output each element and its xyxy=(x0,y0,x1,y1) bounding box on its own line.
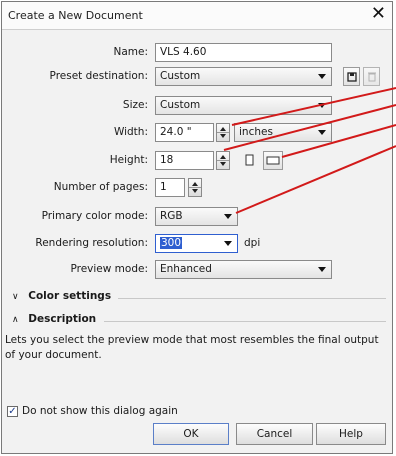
color-mode-value: RGB xyxy=(160,210,183,222)
divider xyxy=(118,298,386,299)
height-value: 18 xyxy=(160,154,174,166)
size-value: Custom xyxy=(160,99,201,111)
spin-up-icon[interactable] xyxy=(220,155,226,159)
pages-input[interactable]: 1 xyxy=(155,178,185,197)
cancel-button[interactable]: Cancel xyxy=(236,423,313,445)
close-icon[interactable]: ✕ xyxy=(371,4,386,24)
spin-up-icon[interactable] xyxy=(220,127,226,131)
chevron-down-icon[interactable] xyxy=(224,241,232,246)
do-not-show-checkbox[interactable]: ✓ xyxy=(7,406,18,417)
chevron-down-icon xyxy=(318,103,326,108)
chevron-down-icon xyxy=(224,214,232,219)
height-label: Height: xyxy=(109,154,148,166)
spin-down-icon[interactable] xyxy=(220,162,226,166)
color-settings-label: Color settings xyxy=(28,290,112,302)
resolution-combobox[interactable]: 300 xyxy=(155,234,238,253)
create-document-dialog: Create a New Document ✕ Name: VLS 4.60 P… xyxy=(1,1,393,454)
chevron-up-icon: ∧ xyxy=(12,315,19,325)
spin-down-icon[interactable] xyxy=(220,134,226,138)
description-header[interactable]: ∧ Description xyxy=(12,313,96,325)
landscape-icon xyxy=(266,156,280,165)
resolution-label: Rendering resolution: xyxy=(35,237,148,249)
color-mode-label: Primary color mode: xyxy=(41,210,148,222)
preset-destination-dropdown[interactable]: Custom xyxy=(155,67,332,86)
name-value: VLS 4.60 xyxy=(160,46,207,58)
preview-mode-label: Preview mode: xyxy=(70,263,148,275)
pages-label: Number of pages: xyxy=(53,181,148,193)
resolution-value: 300 xyxy=(160,237,183,249)
height-spinner[interactable] xyxy=(216,151,230,170)
preset-destination-value: Custom xyxy=(160,70,201,82)
delete-preset-button[interactable] xyxy=(363,67,380,86)
ok-button[interactable]: OK xyxy=(153,423,229,445)
title-bar: Create a New Document ✕ xyxy=(2,2,392,30)
name-input[interactable]: VLS 4.60 xyxy=(155,43,332,62)
width-input[interactable]: 24.0 " xyxy=(155,123,214,142)
color-mode-dropdown[interactable]: RGB xyxy=(155,207,238,226)
units-value: inches xyxy=(239,126,273,138)
divider xyxy=(104,321,386,322)
pages-spinner[interactable] xyxy=(188,178,202,197)
preview-mode-value: Enhanced xyxy=(160,263,212,275)
width-value: 24.0 " xyxy=(160,126,192,138)
units-dropdown[interactable]: inches xyxy=(234,123,332,142)
chevron-down-icon: ∨ xyxy=(12,292,19,302)
dialog-title: Create a New Document xyxy=(8,9,143,22)
landscape-button[interactable] xyxy=(263,151,283,170)
height-input[interactable]: 18 xyxy=(155,151,214,170)
portrait-icon xyxy=(245,154,254,166)
do-not-show-label: Do not show this dialog again xyxy=(22,405,178,417)
help-button[interactable]: Help xyxy=(316,423,386,445)
save-preset-icon xyxy=(347,72,357,82)
chevron-down-icon xyxy=(318,267,326,272)
description-label: Description xyxy=(28,313,97,325)
description-text: Lets you select the preview mode that mo… xyxy=(5,334,379,361)
preview-mode-dropdown[interactable]: Enhanced xyxy=(155,260,332,279)
color-settings-header[interactable]: ∨ Color settings xyxy=(12,290,111,302)
delete-preset-icon xyxy=(368,72,376,82)
preset-destination-label: Preset destination: xyxy=(49,70,148,82)
width-label: Width: xyxy=(113,126,148,138)
portrait-button[interactable] xyxy=(241,151,258,170)
size-dropdown[interactable]: Custom xyxy=(155,96,332,115)
width-spinner[interactable] xyxy=(216,123,230,142)
size-label: Size: xyxy=(122,99,148,111)
save-preset-button[interactable] xyxy=(343,67,360,86)
name-label: Name: xyxy=(113,46,148,58)
chevron-down-icon xyxy=(318,130,326,135)
chevron-down-icon xyxy=(318,74,326,79)
pages-value: 1 xyxy=(160,181,167,193)
resolution-unit: dpi xyxy=(244,237,261,249)
spin-up-icon[interactable] xyxy=(192,182,198,186)
spin-down-icon[interactable] xyxy=(192,189,198,193)
